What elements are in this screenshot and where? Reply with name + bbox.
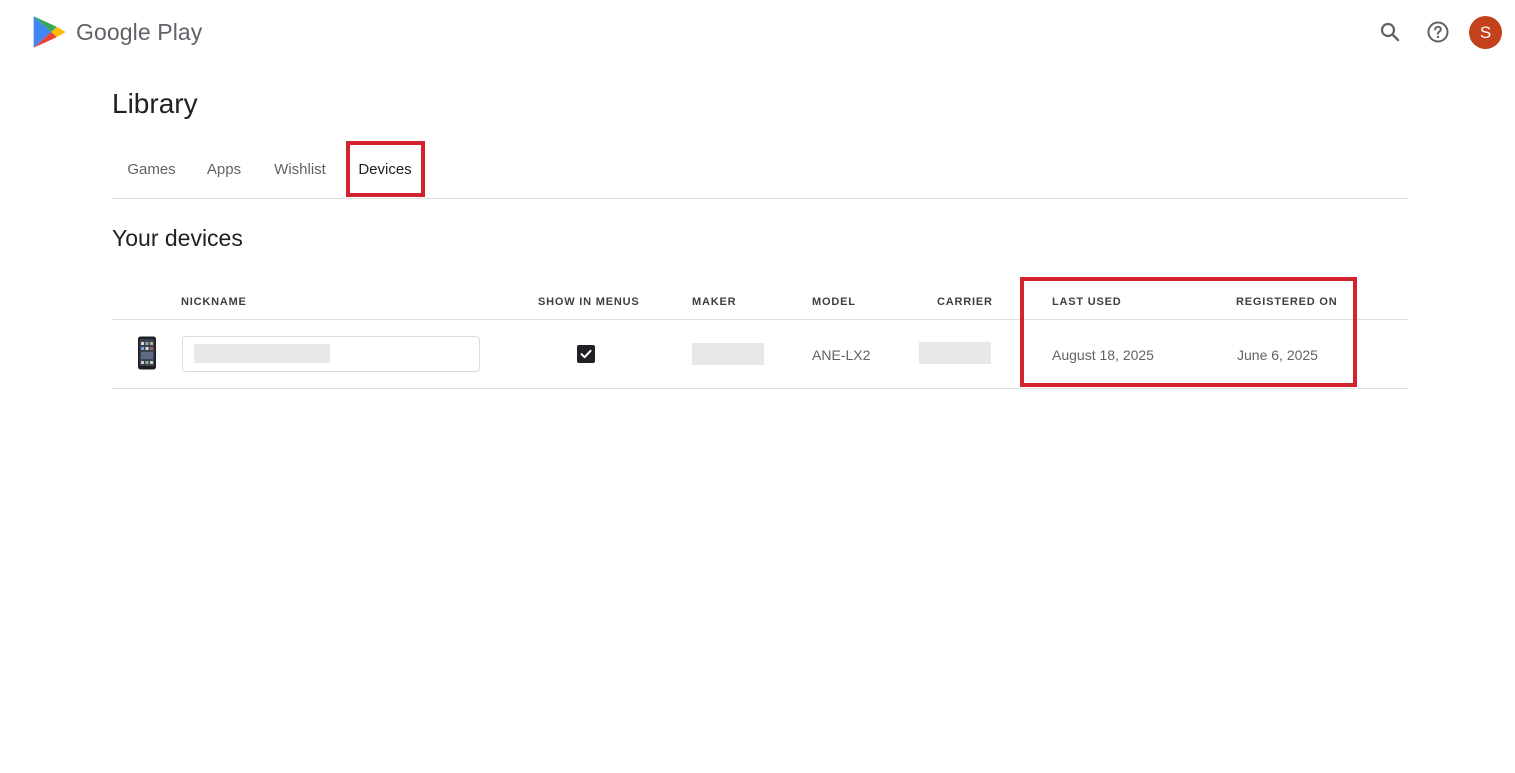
active-tab-indicator <box>361 194 409 197</box>
column-header-registered-on: REGISTERED ON <box>1236 296 1338 308</box>
tab-devices[interactable]: Devices <box>352 140 418 198</box>
redacted-carrier <box>919 342 991 364</box>
show-in-menus-checkbox[interactable] <box>577 345 595 363</box>
tab-wishlist[interactable]: Wishlist <box>265 140 335 198</box>
redacted-nickname <box>194 344 330 363</box>
column-header-show-in-menus: SHOW IN MENUS <box>538 296 640 308</box>
account-avatar[interactable]: S <box>1469 16 1502 49</box>
help-button[interactable] <box>1422 16 1454 48</box>
page-title: Library <box>112 88 198 119</box>
tab-games[interactable]: Games <box>120 140 183 198</box>
table-header: NICKNAME SHOW IN MENUS MAKER MODEL CARRI… <box>112 284 1408 320</box>
top-app-bar: Google Play S <box>0 0 1515 64</box>
brand-name: Google Play <box>76 18 203 45</box>
device-model: ANE-LX2 <box>812 347 871 363</box>
redacted-maker <box>692 343 764 365</box>
column-header-nickname: NICKNAME <box>181 296 247 308</box>
tab-apps[interactable]: Apps <box>199 140 249 198</box>
library-tabs: Games Apps Wishlist Devices <box>112 140 1408 199</box>
devices-table: NICKNAME SHOW IN MENUS MAKER MODEL CARRI… <box>112 284 1408 389</box>
search-button[interactable] <box>1374 16 1406 48</box>
column-header-maker: MAKER <box>692 296 737 308</box>
column-header-model: MODEL <box>812 296 856 308</box>
column-header-last-used: LAST USED <box>1052 296 1122 308</box>
help-circle-icon <box>1427 21 1449 43</box>
last-used-date: August 18, 2025 <box>1052 347 1154 363</box>
registered-on-date: June 6, 2025 <box>1237 347 1318 363</box>
column-header-carrier: CARRIER <box>937 296 993 308</box>
checkmark-icon <box>580 349 592 359</box>
google-play-logo-icon <box>33 16 66 48</box>
search-icon <box>1380 22 1400 42</box>
smartphone-icon <box>138 336 156 370</box>
google-play-logo-link[interactable]: Google Play <box>30 13 202 51</box>
section-title: Your devices <box>112 225 243 251</box>
table-row: ANE-LX2 August 18, 2025 June 6, 2025 <box>112 320 1408 389</box>
device-image <box>137 336 157 370</box>
